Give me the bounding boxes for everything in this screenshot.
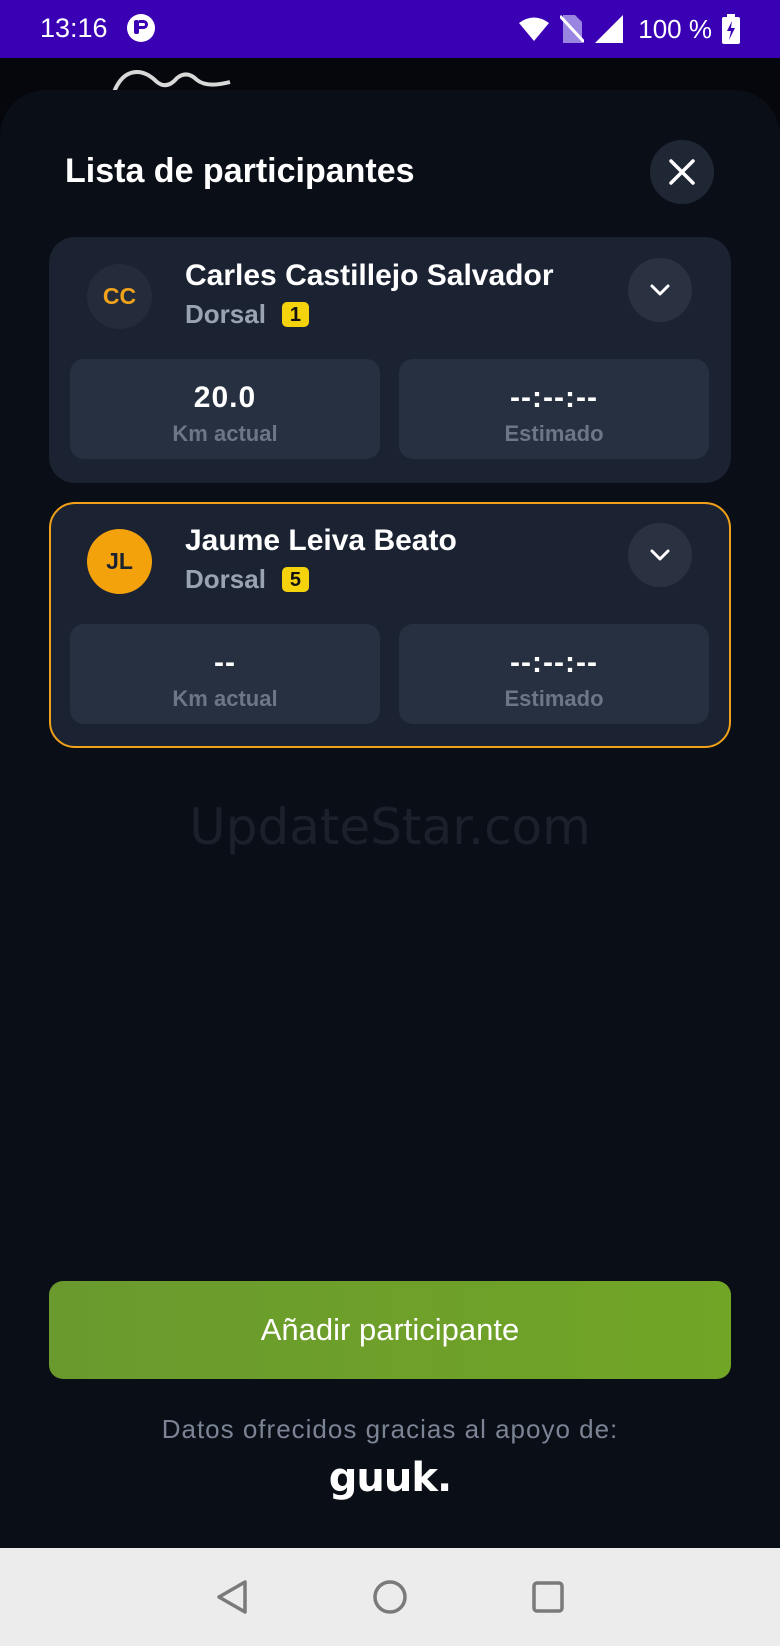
dorsal-row: Dorsal 5	[185, 564, 310, 595]
participant-name: Carles Castillejo Salvador	[185, 259, 554, 292]
dorsal-row: Dorsal 1	[185, 299, 310, 330]
avatar: JL	[87, 529, 152, 594]
km-value: 20.0	[193, 381, 257, 414]
expand-button[interactable]	[628, 258, 692, 322]
estimate-label: Estimado	[504, 686, 604, 711]
status-icons: 100 %	[518, 12, 740, 46]
sponsor-logo: guuk.	[328, 1455, 452, 1501]
km-label: Km actual	[172, 686, 278, 711]
estimate-value: --:--:--	[510, 646, 598, 679]
close-icon	[669, 159, 695, 185]
home-button[interactable]	[369, 1576, 411, 1618]
close-button[interactable]	[650, 140, 714, 204]
app-notification-icon	[127, 14, 155, 42]
no-sim-icon	[560, 14, 585, 44]
battery-charging-icon	[722, 14, 740, 44]
km-label: Km actual	[172, 421, 278, 446]
participant-name: Jaume Leiva Beato	[185, 524, 457, 557]
estimate-value: --:--:--	[510, 381, 598, 414]
sponsor-text: Datos ofrecidos gracias al apoyo de:	[161, 1414, 619, 1444]
dorsal-label: Dorsal	[185, 299, 266, 329]
participants-sheet: Lista de participantes CC Carles Castill…	[0, 90, 780, 1548]
watermark: UpdateStar.com	[189, 798, 591, 856]
chevron-down-icon	[650, 284, 670, 296]
battery-percent: 100 %	[638, 13, 712, 44]
home-circle-icon	[373, 1580, 407, 1614]
status-time: 13:16	[40, 13, 108, 43]
estimate-label: Estimado	[504, 421, 604, 446]
sheet-title: Lista de participantes	[65, 152, 415, 190]
navigation-bar	[0, 1548, 780, 1646]
km-stat: 20.0 Km actual	[70, 359, 380, 459]
estimate-stat: --:--:-- Estimado	[399, 624, 709, 724]
km-stat: -- Km actual	[70, 624, 380, 724]
avatar: CC	[87, 264, 152, 329]
participant-card[interactable]: CC Carles Castillejo Salvador Dorsal 1 2…	[49, 237, 731, 483]
add-participant-button[interactable]: Añadir participante	[49, 1281, 731, 1379]
dorsal-badge: 5	[281, 567, 310, 592]
chevron-down-icon	[650, 549, 670, 561]
km-value: --	[214, 646, 236, 679]
expand-button[interactable]	[628, 523, 692, 587]
dorsal-badge: 1	[281, 302, 310, 327]
back-button[interactable]	[211, 1576, 253, 1618]
back-triangle-icon	[217, 1580, 247, 1614]
estimate-stat: --:--:-- Estimado	[399, 359, 709, 459]
wifi-icon	[519, 17, 550, 41]
recents-button[interactable]	[527, 1576, 569, 1618]
participant-card[interactable]: JL Jaume Leiva Beato Dorsal 5 -- Km actu…	[49, 502, 731, 748]
dorsal-label: Dorsal	[185, 564, 266, 594]
signal-icon	[595, 15, 624, 43]
status-bar: 13:16 100 %	[0, 0, 780, 58]
recents-square-icon	[532, 1581, 564, 1613]
